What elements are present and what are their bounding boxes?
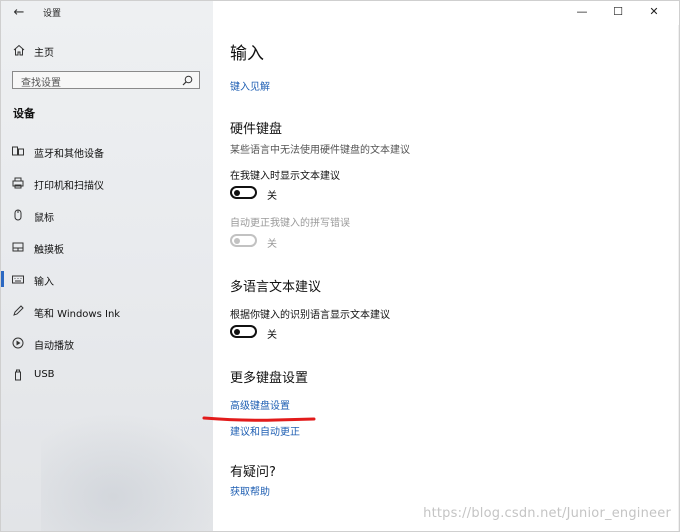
red-underline-annotation [202,416,316,422]
sidebar-item-label: 触摸板 [34,245,64,256]
toggle-knob [234,328,240,335]
show-suggestions-label: 在我键入时显示文本建议 [230,171,340,182]
multilingual-toggle[interactable] [230,325,257,338]
usb-icon [15,369,21,381]
hardware-keyboard-title: 硬件键盘 [230,122,283,137]
printer-icon [12,177,24,189]
show-suggestions-toggle[interactable] [230,186,257,199]
multilingual-label: 根据你键入的识别语言显示文本建议 [230,310,390,321]
mouse-icon [14,209,22,221]
sidebar-item-printers[interactable]: 打印机和扫描仪 [1,171,213,195]
sidebar-item-bluetooth[interactable]: 蓝牙和其他设备 [1,139,213,163]
maximize-button[interactable]: ☐ [609,4,627,20]
home-icon [13,44,25,56]
autocorrect-toggle[interactable] [230,234,257,247]
sidebar-item-label: 笔和 Windows Ink [34,309,121,320]
multilingual-state: 关 [267,330,277,341]
sidebar-item-usb[interactable]: USB [1,363,213,387]
watermark: https://blog.csdn.net/Junior_engineer [423,506,671,521]
minimize-button[interactable]: — [573,4,591,20]
section-title: 设备 [13,107,35,120]
sidebar-item-typing[interactable]: 输入 [1,267,213,291]
keyboard-icon [12,275,24,284]
multilingual-title: 多语言文本建议 [230,280,322,295]
touchpad-icon [12,242,24,252]
sidebar-item-label: 蓝牙和其他设备 [34,149,104,160]
get-help-link[interactable]: 获取帮助 [230,483,270,498]
close-button[interactable]: ✕ [645,4,663,20]
window-controls: — ☐ ✕ [561,1,679,25]
sidebar-item-label: 打印机和扫描仪 [34,181,104,192]
sidebar-item-home[interactable]: 主页 [1,41,213,61]
autocorrect-label: 自动更正我键入的拼写错误 [230,218,350,229]
search-icon [182,75,193,86]
sidebar-item-label: 输入 [34,277,54,288]
main-content: — ☐ ✕ 输入 键入见解 硬件键盘 某些语言中无法使用硬件键盘的文本建议 在我… [213,1,679,531]
sidebar-item-label: 自动播放 [34,341,74,352]
more-keyboard-title: 更多键盘设置 [230,371,309,386]
show-suggestions-state: 关 [267,191,277,202]
sidebar-item-pen[interactable]: 笔和 Windows Ink [1,299,213,323]
advanced-keyboard-link[interactable]: 高级键盘设置 [230,397,290,412]
title-bar: ← 设置 [1,1,213,25]
help-title: 有疑问? [230,465,276,480]
sidebar-item-autoplay[interactable]: 自动播放 [1,331,213,355]
suggestions-autocorrect-link[interactable]: 建议和自动更正 [230,423,300,438]
back-button[interactable]: ← [9,4,29,22]
toggle-knob [234,189,240,196]
settings-window: ← 设置 主页 查找设置 设备 蓝牙和其他设备 打印机和扫描仪 鼠标 触摸板 输… [0,0,680,532]
sidebar: ← 设置 主页 查找设置 设备 蓝牙和其他设备 打印机和扫描仪 鼠标 触摸板 输… [1,1,221,531]
page-title: 输入 [230,44,264,64]
search-input[interactable]: 查找设置 [12,71,200,89]
sidebar-item-label: USB [34,369,55,380]
pen-icon [13,305,24,316]
bluetooth-devices-icon [12,146,24,156]
typing-insights-link[interactable]: 键入见解 [230,78,270,93]
autoplay-icon [12,337,24,349]
sidebar-item-label: 鼠标 [34,213,54,224]
hardware-keyboard-description: 某些语言中无法使用硬件键盘的文本建议 [230,145,410,156]
sidebar-item-touchpad[interactable]: 触摸板 [1,235,213,259]
toggle-knob [234,237,240,244]
search-placeholder: 查找设置 [21,78,61,89]
app-title: 设置 [43,9,62,19]
autocorrect-state: 关 [267,239,277,250]
sidebar-item-mouse[interactable]: 鼠标 [1,203,213,227]
home-label: 主页 [34,48,54,59]
